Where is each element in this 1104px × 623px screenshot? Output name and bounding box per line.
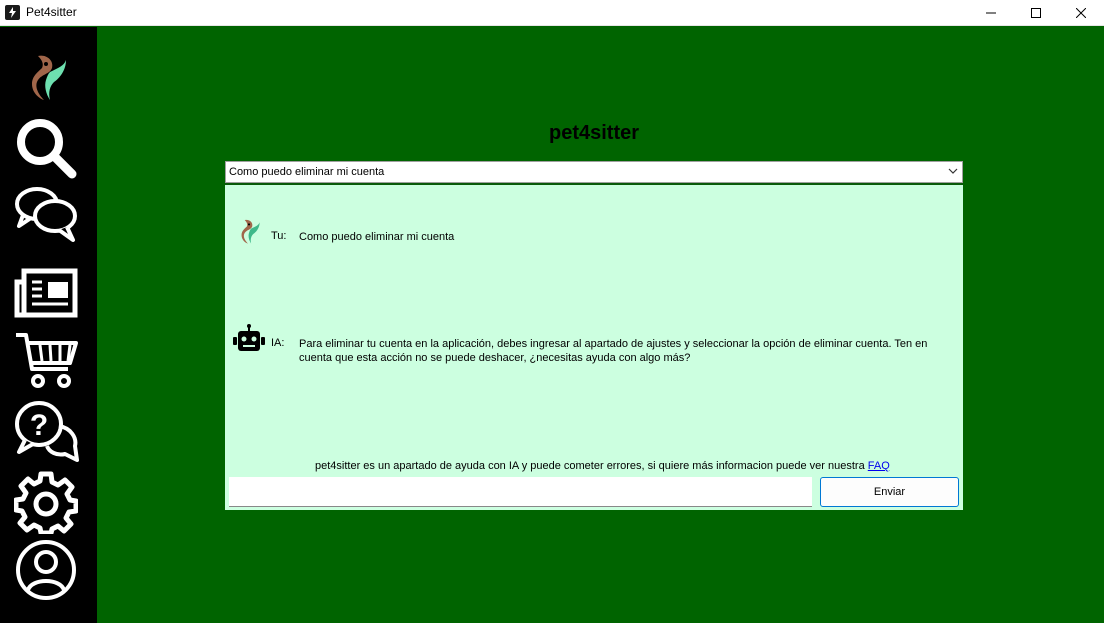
profile-user-icon[interactable] bbox=[10, 538, 82, 602]
ai-message-text: Para eliminar tu cuenta en la aplicación… bbox=[299, 338, 928, 364]
news-icon[interactable] bbox=[10, 261, 82, 325]
sidebar: ? bbox=[0, 27, 97, 623]
maximize-icon bbox=[1031, 8, 1041, 18]
ai-sender-label: IA: bbox=[271, 337, 285, 349]
window-title: Pet4sitter bbox=[26, 5, 77, 19]
robot-icon bbox=[232, 324, 266, 359]
close-icon bbox=[1076, 8, 1086, 18]
send-button[interactable]: Enviar bbox=[820, 477, 959, 507]
page-title: pet4sitter bbox=[548, 122, 640, 144]
maximize-button[interactable] bbox=[1013, 0, 1059, 26]
question-select[interactable]: Como puedo eliminar mi cuenta bbox=[225, 161, 963, 183]
message-input[interactable] bbox=[229, 477, 812, 507]
question-select-value: Como puedo eliminar mi cuenta bbox=[229, 166, 385, 178]
close-button[interactable] bbox=[1058, 0, 1104, 26]
shop-cart-icon[interactable] bbox=[10, 327, 82, 391]
minimize-icon bbox=[986, 12, 996, 14]
disclaimer: pet4sitter es un apartado de ayuda con I… bbox=[225, 460, 963, 472]
pet4sitter-logo-icon[interactable] bbox=[10, 50, 82, 114]
svg-text:?: ? bbox=[30, 409, 48, 442]
search-icon[interactable] bbox=[10, 116, 82, 180]
chat-panel: Tu: Como puedo eliminar mi cuenta IA: Pa… bbox=[225, 183, 963, 510]
faq-link[interactable]: FAQ bbox=[868, 460, 890, 472]
help-chat-icon[interactable]: ? bbox=[10, 399, 82, 463]
chats-icon[interactable] bbox=[10, 182, 82, 246]
app-icon bbox=[5, 5, 20, 20]
settings-gear-icon[interactable] bbox=[10, 470, 82, 534]
user-sender-label: Tu: bbox=[271, 230, 287, 242]
chevron-down-icon bbox=[948, 168, 958, 174]
user-message-text: Como puedo eliminar mi cuenta bbox=[299, 231, 455, 243]
pet4sitter-logo-icon bbox=[237, 218, 261, 255]
minimize-button[interactable] bbox=[968, 0, 1014, 26]
disclaimer-text: pet4sitter es un apartado de ayuda con I… bbox=[315, 460, 868, 472]
title-bar: Pet4sitter bbox=[0, 0, 1104, 26]
